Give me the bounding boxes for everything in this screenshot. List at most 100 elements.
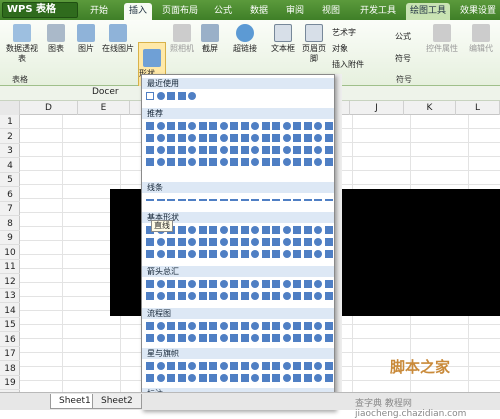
shape-option[interactable]: [272, 250, 280, 258]
row-header[interactable]: 11: [0, 260, 20, 274]
shape-option[interactable]: [293, 146, 301, 154]
row-header[interactable]: 16: [0, 333, 20, 347]
row-header[interactable]: 14: [0, 304, 20, 318]
row-header[interactable]: 12: [0, 275, 20, 289]
column-header[interactable]: J: [350, 101, 404, 115]
shape-option[interactable]: [230, 362, 238, 370]
shape-option[interactable]: [272, 334, 280, 342]
hyperlink-button[interactable]: 超链接: [230, 24, 260, 54]
shape-option[interactable]: [156, 92, 165, 100]
shape-option[interactable]: [240, 374, 249, 382]
shape-option[interactable]: [167, 92, 175, 100]
shape-option[interactable]: [230, 238, 238, 246]
chart-button[interactable]: 图表: [44, 24, 68, 54]
row-header[interactable]: 17: [0, 347, 20, 361]
tab-home[interactable]: 开始: [88, 3, 110, 20]
shape-option[interactable]: [240, 250, 249, 258]
shape-option[interactable]: [240, 134, 249, 142]
shape-option[interactable]: [314, 158, 322, 166]
shape-option[interactable]: [314, 334, 322, 342]
shape-option[interactable]: [177, 92, 186, 100]
tab-page-layout[interactable]: 页面布局: [160, 3, 200, 20]
shape-option[interactable]: [261, 238, 270, 246]
shape-option[interactable]: [240, 322, 249, 330]
shape-option[interactable]: [230, 292, 238, 300]
tab-review[interactable]: 审阅: [282, 3, 308, 20]
shape-option[interactable]: [230, 226, 238, 234]
shape-option[interactable]: [146, 134, 154, 142]
shape-option[interactable]: [261, 146, 270, 154]
row-header[interactable]: 3: [0, 144, 20, 158]
tab-insert[interactable]: 插入: [124, 3, 152, 20]
shape-option[interactable]: [314, 238, 322, 246]
shape-option[interactable]: [293, 122, 301, 130]
shape-option[interactable]: [240, 158, 249, 166]
shape-option[interactable]: [156, 199, 165, 201]
shape-option[interactable]: [240, 280, 249, 288]
shape-option[interactable]: [209, 292, 217, 300]
shape-option[interactable]: [198, 158, 207, 166]
shape-option[interactable]: [314, 322, 322, 330]
shape-option[interactable]: [198, 334, 207, 342]
shape-option[interactable]: [177, 134, 186, 142]
shape-option[interactable]: [219, 238, 228, 246]
shape-option[interactable]: [282, 226, 291, 234]
shape-option[interactable]: [251, 362, 259, 370]
shape-option[interactable]: [177, 199, 186, 201]
shape-option[interactable]: [303, 122, 312, 130]
shape-option[interactable]: [230, 322, 238, 330]
shape-option[interactable]: [261, 322, 270, 330]
shape-option[interactable]: [240, 226, 249, 234]
row-header[interactable]: 1: [0, 115, 20, 129]
shape-option[interactable]: [324, 122, 333, 130]
row-header[interactable]: 5: [0, 173, 20, 187]
shape-option[interactable]: [324, 250, 333, 258]
shape-option[interactable]: [293, 322, 301, 330]
shape-option[interactable]: [188, 146, 196, 154]
shape-option[interactable]: [272, 226, 280, 234]
shape-option[interactable]: [293, 238, 301, 246]
shape-option[interactable]: [324, 334, 333, 342]
shape-option[interactable]: [251, 280, 259, 288]
shape-option[interactable]: [261, 199, 270, 201]
shape-option[interactable]: [272, 199, 280, 201]
shape-option[interactable]: [303, 362, 312, 370]
shape-option[interactable]: [209, 322, 217, 330]
shape-option[interactable]: [230, 199, 238, 201]
shape-option[interactable]: [167, 122, 175, 130]
shape-option[interactable]: [261, 122, 270, 130]
shape-option[interactable]: [188, 238, 196, 246]
shape-option[interactable]: [198, 280, 207, 288]
shape-option[interactable]: [261, 374, 270, 382]
shape-option[interactable]: [219, 322, 228, 330]
shape-option[interactable]: [156, 374, 165, 382]
shape-option[interactable]: [177, 374, 186, 382]
shape-option[interactable]: [188, 92, 196, 100]
shape-option[interactable]: [272, 322, 280, 330]
shape-option[interactable]: [167, 334, 175, 342]
docer-tab[interactable]: Docer: [92, 87, 119, 97]
shape-option[interactable]: [156, 292, 165, 300]
shape-option[interactable]: [230, 122, 238, 130]
shape-option[interactable]: [261, 158, 270, 166]
row-header[interactable]: 9: [0, 231, 20, 245]
object-button[interactable]: 对象: [332, 44, 372, 54]
shape-option[interactable]: [293, 158, 301, 166]
shape-option[interactable]: [272, 292, 280, 300]
shape-option[interactable]: [240, 122, 249, 130]
shape-option[interactable]: [167, 250, 175, 258]
insert-attachment-button[interactable]: 插入附件: [332, 60, 380, 70]
shape-option[interactable]: [156, 146, 165, 154]
shape-option[interactable]: [156, 362, 165, 370]
shape-option[interactable]: [314, 374, 322, 382]
shape-option[interactable]: [209, 134, 217, 142]
shape-option[interactable]: [240, 238, 249, 246]
shape-option[interactable]: [219, 122, 228, 130]
shape-option[interactable]: [314, 292, 322, 300]
shape-option[interactable]: [230, 146, 238, 154]
shape-option[interactable]: [240, 146, 249, 154]
shape-option[interactable]: [272, 158, 280, 166]
shape-option[interactable]: [324, 134, 333, 142]
shape-option[interactable]: [251, 199, 259, 201]
shape-option[interactable]: [251, 292, 259, 300]
